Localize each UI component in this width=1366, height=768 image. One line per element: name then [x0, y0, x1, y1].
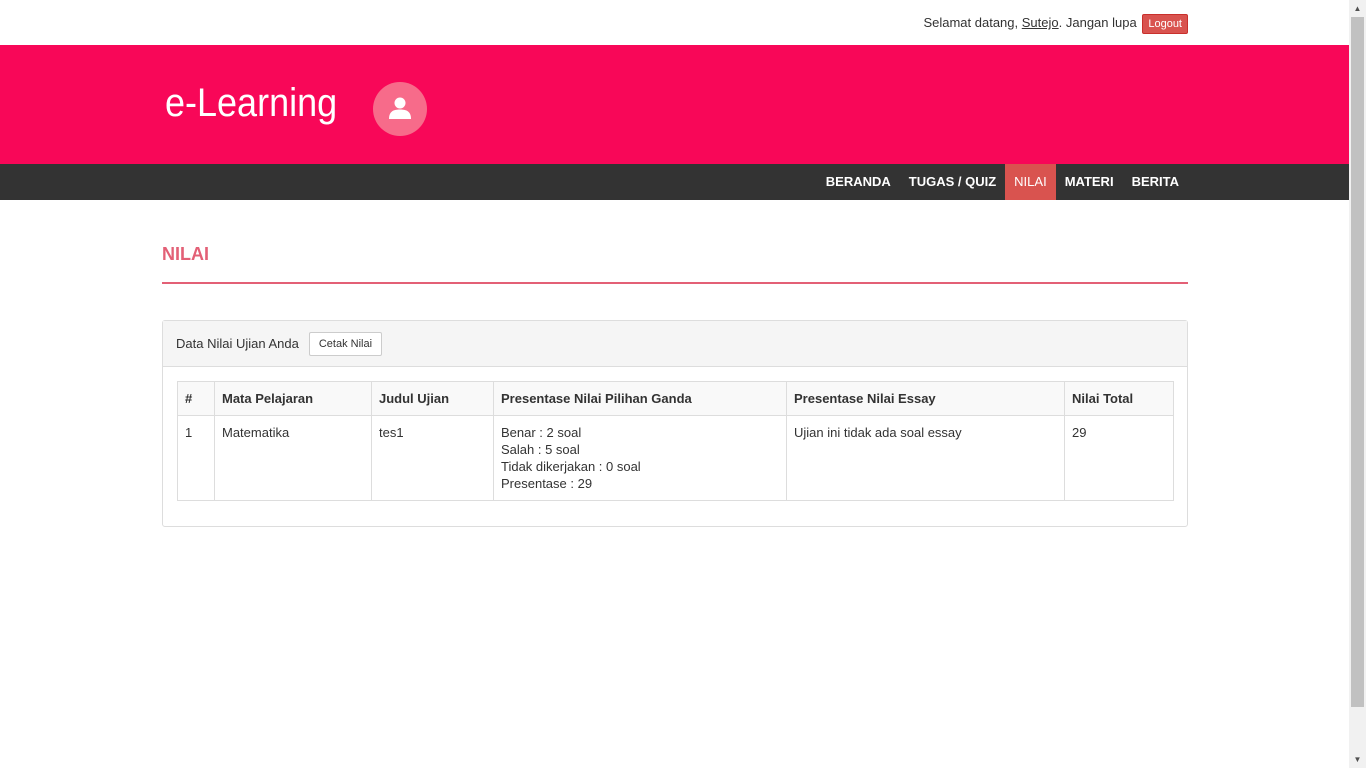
nav-item-materi[interactable]: MATERI [1056, 164, 1123, 200]
nav-item-nilai[interactable]: NILAI [1005, 164, 1056, 200]
username-link[interactable]: Sutejo [1022, 15, 1059, 30]
cell-multiple-choice: Benar : 2 soal Salah : 5 soal Tidak dike… [493, 415, 787, 501]
cell-subject: Matematika [214, 415, 372, 501]
mc-correct: Benar : 2 soal [501, 425, 582, 440]
scrollbar-thumb[interactable] [1351, 17, 1364, 707]
site-title[interactable]: e-Learning [165, 83, 337, 123]
panel-heading-text: Data Nilai Ujian Anda [176, 336, 299, 351]
grades-table: # Mata Pelajaran Judul Ujian Presentase … [177, 381, 1174, 501]
welcome-message: Selamat datang, Sutejo. Jangan lupa Logo… [923, 13, 1188, 34]
column-header-exam-title: Judul Ujian [371, 381, 494, 416]
top-bar: Selamat datang, Sutejo. Jangan lupa Logo… [0, 0, 1349, 45]
table-row: 1 Matematika tes1 Benar : 2 soal Salah :… [177, 415, 1174, 501]
user-icon [389, 97, 411, 119]
main-content: NILAI Data Nilai Ujian Anda Cetak Nilai … [162, 200, 1188, 527]
nav-item-tugas-quiz[interactable]: TUGAS / QUIZ [900, 164, 1005, 200]
mc-unanswered: Tidak dikerjakan : 0 soal [501, 459, 641, 474]
column-header-essay: Presentase Nilai Essay [786, 381, 1065, 416]
logout-button[interactable]: Logout [1142, 13, 1188, 34]
welcome-suffix: . Jangan lupa [1058, 15, 1137, 30]
main-navbar: BERANDA TUGAS / QUIZ NILAI MATERI BERITA [0, 164, 1349, 200]
mc-percentage: Presentase : 29 [501, 476, 593, 491]
nav-item-berita[interactable]: BERITA [1123, 164, 1188, 200]
column-header-multiple-choice: Presentase Nilai Pilihan Ganda [493, 381, 787, 416]
nav-item-beranda[interactable]: BERANDA [817, 164, 900, 200]
header-banner: e-Learning [0, 45, 1349, 164]
column-header-total: Nilai Total [1064, 381, 1174, 416]
column-header-number: # [177, 381, 215, 416]
scroll-up-arrow-icon[interactable]: ▲ [1349, 0, 1366, 17]
print-grades-button[interactable]: Cetak Nilai [308, 331, 383, 356]
table-header-row: # Mata Pelajaran Judul Ujian Presentase … [177, 381, 1174, 416]
nav-menu: BERANDA TUGAS / QUIZ NILAI MATERI BERITA [817, 164, 1188, 200]
user-avatar[interactable] [373, 82, 427, 136]
page-title: NILAI [162, 244, 1188, 284]
grades-panel: Data Nilai Ujian Anda Cetak Nilai # Mata… [162, 320, 1188, 527]
cell-exam-title: tes1 [371, 415, 494, 501]
cell-essay: Ujian ini tidak ada soal essay [786, 415, 1065, 501]
column-header-subject: Mata Pelajaran [214, 381, 372, 416]
scroll-down-arrow-icon[interactable]: ▼ [1349, 751, 1366, 768]
mc-wrong: Salah : 5 soal [501, 442, 580, 457]
cell-total: 29 [1064, 415, 1174, 501]
panel-body: # Mata Pelajaran Judul Ujian Presentase … [163, 367, 1187, 501]
welcome-prefix: Selamat datang, [923, 15, 1019, 30]
page: Selamat datang, Sutejo. Jangan lupa Logo… [0, 0, 1349, 768]
panel-heading: Data Nilai Ujian Anda Cetak Nilai [163, 321, 1187, 367]
vertical-scrollbar[interactable]: ▲ ▼ [1349, 0, 1366, 768]
cell-number: 1 [177, 415, 215, 501]
